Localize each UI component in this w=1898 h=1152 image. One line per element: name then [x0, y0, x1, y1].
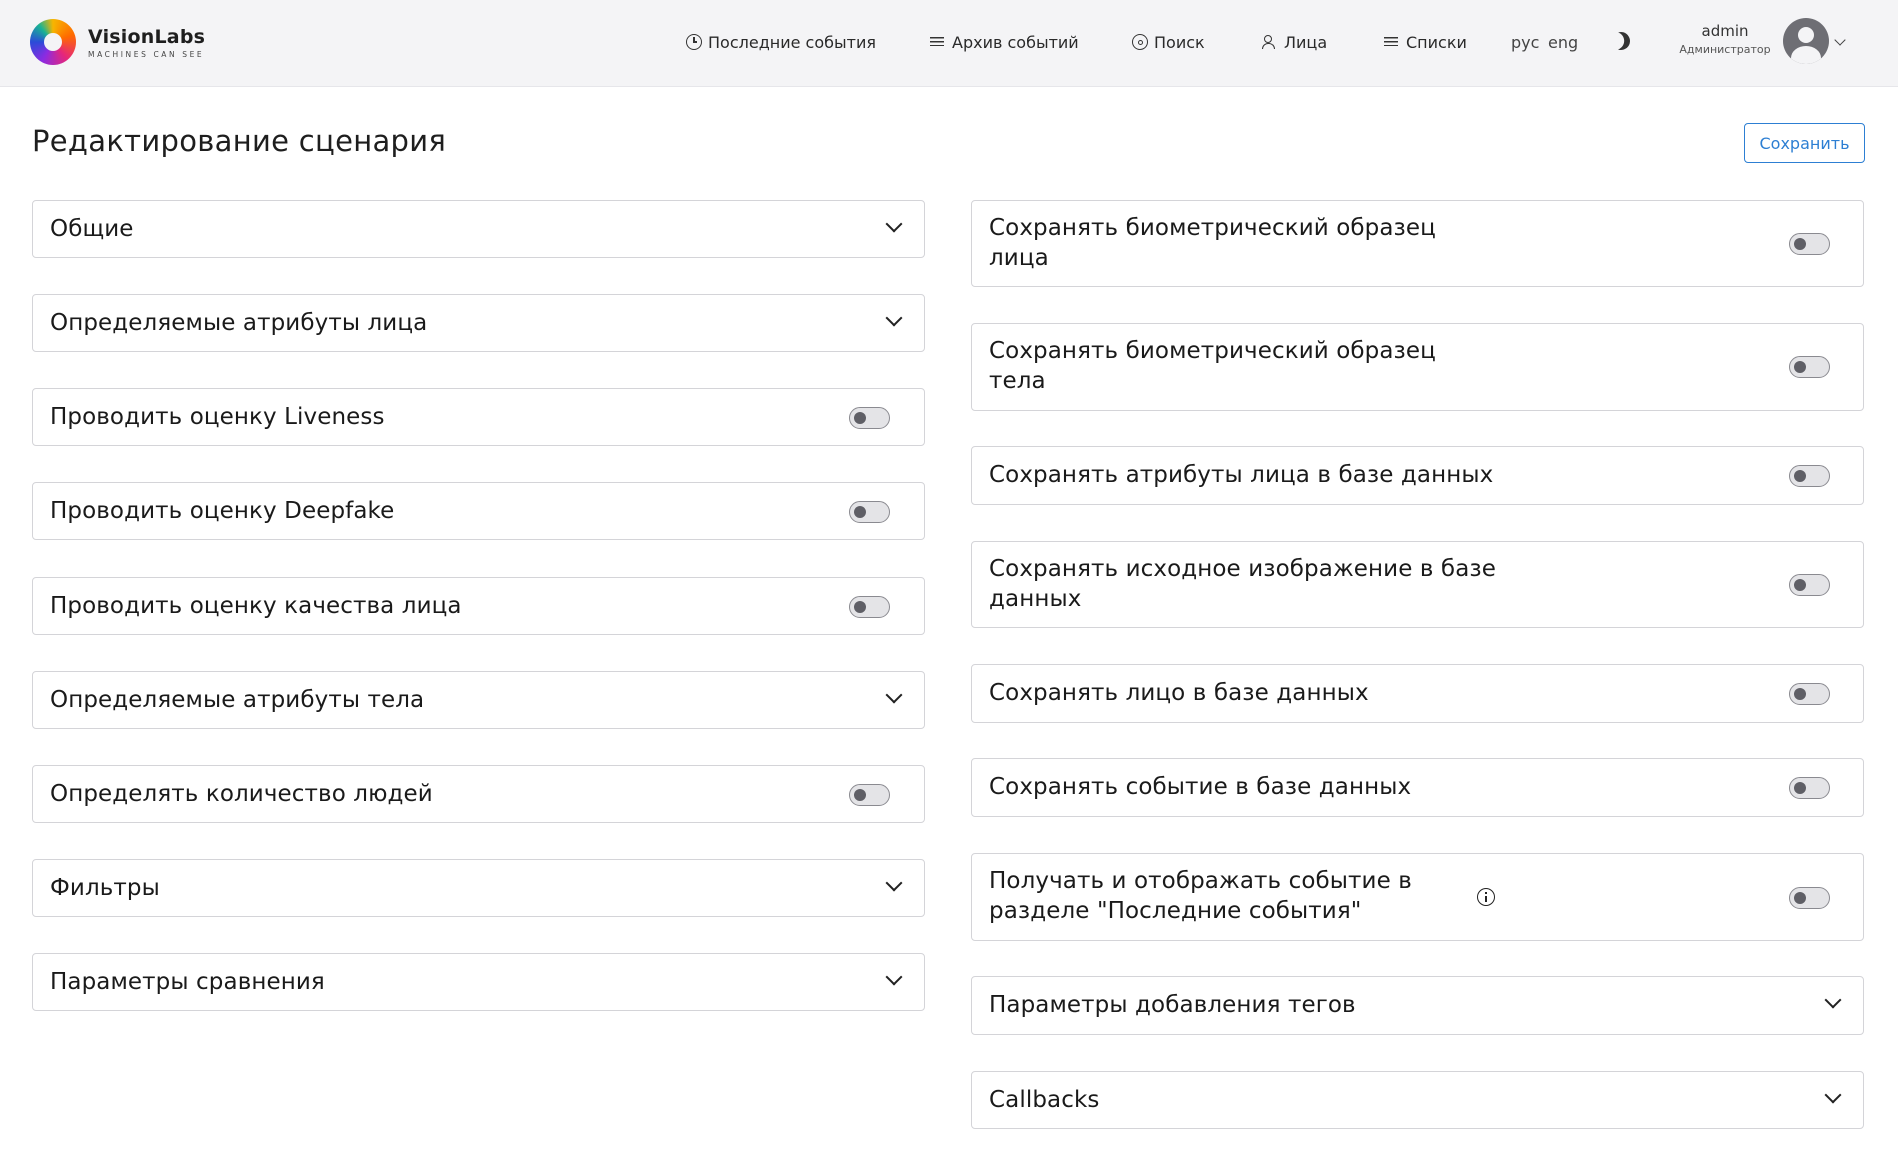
setting-save-face-attributes: Сохранять атрибуты лица в базе данных [971, 446, 1864, 505]
show-recent-events-toggle[interactable] [1789, 887, 1830, 909]
save-event-toggle[interactable] [1789, 777, 1830, 799]
deepfake-toggle[interactable] [849, 501, 890, 523]
liveness-toggle[interactable] [849, 407, 890, 429]
setting-save-source-image: Сохранять исходное изображение в базе да… [971, 541, 1864, 628]
section-face-attributes[interactable]: Определяемые атрибуты лица [32, 294, 925, 352]
nav-event-archive[interactable]: Архив событий [930, 28, 1079, 56]
lang-en[interactable]: eng [1548, 28, 1578, 56]
user-role: Администратор [1679, 43, 1771, 56]
setting-save-event: Сохранять событие в базе данных [971, 758, 1864, 817]
chevron-down-icon [1824, 991, 1842, 1009]
brand-tagline: MACHINES CAN SEE [88, 49, 205, 59]
chevron-down-icon [885, 968, 903, 986]
nav-lists[interactable]: Списки [1384, 28, 1467, 56]
list-icon [1384, 34, 1400, 50]
clock-icon [686, 34, 702, 50]
save-source-image-toggle[interactable] [1789, 574, 1830, 596]
page-title: Редактирование сценария [32, 124, 447, 158]
save-body-sample-toggle[interactable] [1789, 356, 1830, 378]
section-comparison[interactable]: Параметры сравнения [32, 953, 925, 1011]
avatar[interactable] [1783, 18, 1829, 64]
lang-ru[interactable]: рус [1511, 28, 1539, 56]
search-icon [1132, 34, 1148, 50]
nav-recent-events[interactable]: Последние события [686, 28, 876, 56]
section-tag-params[interactable]: Параметры добавления тегов [971, 976, 1864, 1035]
section-general[interactable]: Общие [32, 200, 925, 258]
setting-people-count: Определять количество людей [32, 765, 925, 823]
users-icon [1262, 34, 1278, 50]
nav-faces[interactable]: Лица [1262, 28, 1327, 56]
chevron-down-icon [885, 309, 903, 327]
face-quality-toggle[interactable] [849, 596, 890, 618]
user-name: admin [1701, 22, 1749, 40]
brand-name: VisionLabs [88, 25, 206, 48]
section-callbacks[interactable]: Callbacks [971, 1071, 1864, 1129]
setting-face-quality: Проводить оценку качества лица [32, 577, 925, 635]
people-count-toggle[interactable] [849, 784, 890, 806]
chevron-down-icon [885, 874, 903, 892]
setting-save-face-sample: Сохранять биометрический образец лица [971, 200, 1864, 287]
visionlabs-logo-icon [30, 19, 76, 65]
info-icon[interactable] [1477, 888, 1495, 906]
chevron-down-icon [885, 215, 903, 233]
chevron-down-icon [885, 686, 903, 704]
list-icon [930, 34, 946, 50]
save-button[interactable]: Сохранить [1744, 123, 1865, 163]
setting-save-face: Сохранять лицо в базе данных [971, 664, 1864, 723]
setting-show-recent-events: Получать и отображать событие в разделе … [971, 853, 1864, 941]
theme-moon-icon[interactable] [1609, 29, 1634, 54]
save-face-sample-toggle[interactable] [1789, 233, 1830, 255]
section-body-attributes[interactable]: Определяемые атрибуты тела [32, 671, 925, 729]
top-header: VisionLabs MACHINES CAN SEE Последние со… [0, 0, 1898, 87]
setting-deepfake: Проводить оценку Deepfake [32, 482, 925, 540]
setting-save-body-sample: Сохранять биометрический образец тела [971, 323, 1864, 411]
user-info[interactable]: admin Администратор [1670, 22, 1780, 56]
brand-logo[interactable]: VisionLabs MACHINES CAN SEE [30, 18, 205, 66]
chevron-down-icon [1824, 1086, 1842, 1104]
chevron-down-icon[interactable] [1834, 34, 1846, 46]
save-face-toggle[interactable] [1789, 683, 1830, 705]
save-face-attributes-toggle[interactable] [1789, 465, 1830, 487]
section-filters[interactable]: Фильтры [32, 859, 925, 917]
setting-liveness: Проводить оценку Liveness [32, 388, 925, 446]
nav-search[interactable]: Поиск [1132, 28, 1205, 56]
